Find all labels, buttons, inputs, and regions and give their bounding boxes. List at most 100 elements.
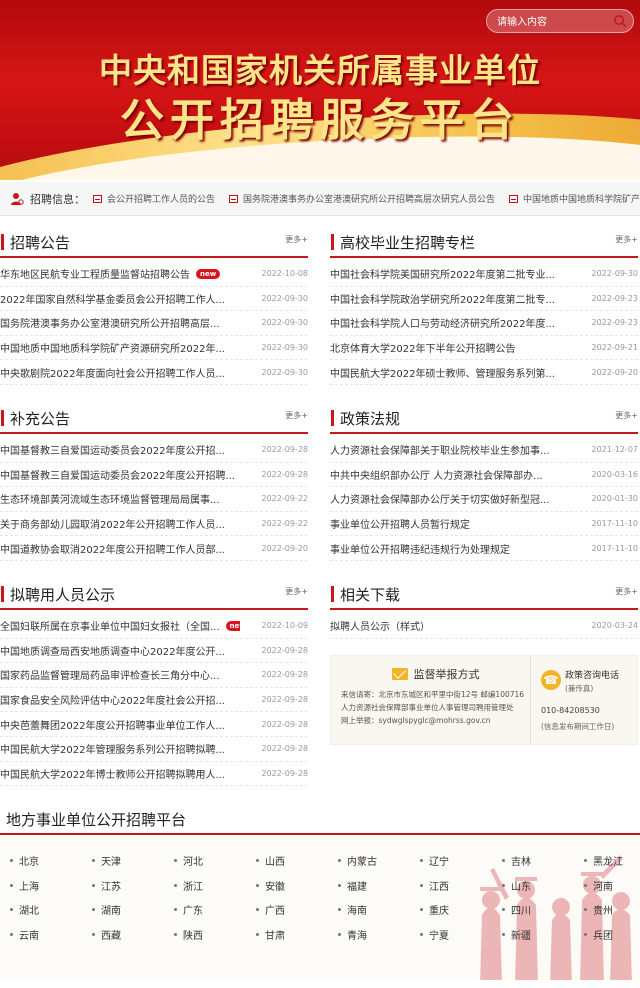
list-item-text: 国家食品安全风险评估中心2022年度社会公开招...	[0, 696, 225, 708]
search-icon[interactable]	[613, 14, 627, 28]
province-link[interactable]: 河北	[174, 853, 203, 868]
province-link[interactable]: 江西	[420, 878, 449, 893]
more-link[interactable]: 更多+	[615, 410, 638, 421]
province-link[interactable]: 海南	[338, 902, 367, 917]
section-header: 地方事业单位公开招聘平台	[0, 805, 640, 835]
phone-title: 政策咨询电话	[565, 671, 620, 681]
list-item[interactable]: 关于商务部幼儿园取消2022年公开招聘工作人员... 2022-09-22	[0, 512, 308, 537]
list-item[interactable]: 国家食品安全风险评估中心2022年度社会公开招... 2022-09-28	[0, 688, 308, 713]
list-item[interactable]: 中国社会科学院美国研究所2022年度第二批专业... 2022-09-30	[330, 262, 638, 287]
list-item[interactable]: 中国基督教三自爱国运动委员会2022年度公开招... 2022-09-28	[0, 438, 308, 463]
province-link[interactable]: 内蒙古	[338, 853, 377, 868]
section-header: 政策法规 更多+	[330, 404, 638, 434]
province-link[interactable]: 贵州	[584, 902, 613, 917]
list-item[interactable]: 中国民航大学2022年博士教师公开招聘拟聘用人... 2022-09-28	[0, 762, 308, 787]
list-item-date: 2022-09-23	[591, 318, 639, 328]
list-item[interactable]: 国家药品监督管理局药品审评检查长三角分中心... 2022-09-28	[0, 663, 308, 688]
list-item-text: 中国地质调查局西安地质调查中心2022年度公开...	[0, 646, 225, 658]
list-item[interactable]: 华东地区民航专业工程质量监督站招聘公告 new 2022-10-08	[0, 262, 308, 287]
more-link[interactable]: 更多+	[285, 586, 308, 597]
local-platforms-section: 地方事业单位公开招聘平台 北京 天津 河北 山西 内蒙古 辽宁 吉林 黑龙江上海	[0, 805, 640, 980]
more-link[interactable]: 更多+	[615, 234, 638, 245]
section-title: 补充公告	[10, 409, 71, 428]
list-item[interactable]: 中共中央组织部办公厅 人力资源社会保障部办... 2020-03-16	[330, 463, 638, 488]
province-link[interactable]: 黑龙江	[584, 853, 623, 868]
list-item[interactable]: 国务院港澳事务办公室港澳研究所公开招聘高层... 2022-09-30	[0, 311, 308, 336]
list-item[interactable]: 全国妇联所属在京事业单位中国妇女报社（全国... new 2022-10-09	[0, 614, 308, 639]
section-title: 地方事业单位公开招聘平台	[6, 810, 187, 829]
province-link[interactable]: 北京	[10, 853, 39, 868]
list-item[interactable]: 中国社会科学院人口与劳动经济研究所2022年度... 2022-09-23	[330, 311, 638, 336]
list-item[interactable]: 中国地质调查局西安地质调查中心2022年度公开... 2022-09-28	[0, 639, 308, 664]
list-item-date: 2022-09-28	[261, 744, 309, 754]
list-item-text: 中国社会科学院人口与劳动经济研究所2022年度...	[330, 319, 555, 331]
list-item-text: 中国道教协会取消2022年度公开招聘工作人员部...	[0, 544, 225, 556]
province-link[interactable]: 云南	[10, 927, 39, 942]
province-link[interactable]: 青海	[338, 927, 367, 942]
list-item[interactable]: 人力资源社会保障部办公厅关于切实做好新型冠... 2020-01-30	[330, 487, 638, 512]
list-item[interactable]: 北京体育大学2022年下半年公开招聘公告 2022-09-21	[330, 336, 638, 361]
province-link[interactable]: 上海	[10, 878, 39, 893]
list-item[interactable]: 中央芭蕾舞团2022年度公开招聘事业单位工作人... 2022-09-28	[0, 712, 308, 737]
province-link[interactable]: 辽宁	[420, 853, 449, 868]
province-link[interactable]: 福建	[338, 878, 367, 893]
province-link[interactable]: 山东	[502, 878, 531, 893]
province-link[interactable]: 浙江	[174, 878, 203, 893]
ticker-item[interactable]: 会公开招聘工作人员的公告	[93, 192, 215, 205]
section-bar	[1, 586, 4, 602]
list-item[interactable]: 生态环境部黄河流域生态环境监督管理局局属事... 2022-09-22	[0, 487, 308, 512]
hiring-list: 全国妇联所属在京事业单位中国妇女报社（全国... new 2022-10-09 中国地…	[0, 614, 308, 787]
province-link[interactable]: 西藏	[92, 927, 121, 942]
province-link[interactable]: 兵团	[584, 927, 613, 942]
report-contact-box: 监督举报方式 来信请寄：北京市东城区和平里中街12号 邮编100716 人力资源…	[330, 655, 638, 745]
province-link[interactable]: 甘肃	[256, 927, 285, 942]
list-item[interactable]: 中国民航大学2022年管理服务系列公开招聘拟聘... 2022-09-28	[0, 737, 308, 762]
ticker-item[interactable]: 中国地质中国地质科学院矿产	[509, 192, 640, 205]
list-item-text: 关于商务部幼儿园取消2022年公开招聘工作人员...	[0, 520, 225, 532]
list-item[interactable]: 事业单位公开招聘违纪违规行为处理规定 2017-11-10	[330, 536, 638, 561]
province-link[interactable]: 天津	[92, 853, 121, 868]
list-item[interactable]: 中国社会科学院政治学研究所2022年度第二批专... 2022-09-23	[330, 287, 638, 312]
list-item-title: 中国地质调查局西安地质调查中心2022年度公开...	[0, 643, 225, 658]
province-link[interactable]: 陕西	[174, 927, 203, 942]
search-input[interactable]	[487, 11, 607, 34]
province-link[interactable]: 广西	[256, 902, 285, 917]
list-item[interactable]: 拟聘人员公示（样式） 2020-03-24	[330, 614, 638, 639]
list-item[interactable]: 中央歌剧院2022年度面向社会公开招聘工作人员... 2022-09-30	[0, 360, 308, 385]
province-name: 辽宁	[429, 857, 449, 868]
downloads-list: 拟聘人员公示（样式） 2020-03-24	[330, 614, 638, 639]
more-link[interactable]: 更多+	[285, 410, 308, 421]
list-item-title: 中国社会科学院政治学研究所2022年度第二批专...	[330, 291, 555, 306]
province-link[interactable]: 四川	[502, 902, 531, 917]
report-email[interactable]: 网上举报：sydwglspyglc@mohrss.gov.cn	[341, 714, 530, 727]
more-link[interactable]: 更多+	[285, 234, 308, 245]
province-link[interactable]: 安徽	[256, 878, 285, 893]
more-link[interactable]: 更多+	[615, 586, 638, 597]
province-link[interactable]: 吉林	[502, 853, 531, 868]
province-link[interactable]: 河南	[584, 878, 613, 893]
province-link[interactable]: 重庆	[420, 902, 449, 917]
list-item[interactable]: 中国道教协会取消2022年度公开招聘工作人员部... 2022-09-20	[0, 536, 308, 561]
bullet-dot	[420, 883, 423, 887]
province-link[interactable]: 宁夏	[420, 927, 449, 942]
bullet-dot	[10, 883, 13, 887]
list-item[interactable]: 人力资源社会保障部关于职业院校毕业生参加事... 2021-12-07	[330, 438, 638, 463]
list-item[interactable]: 中国地质中国地质科学院矿产资源研究所2022年... 2022-09-30	[0, 336, 308, 361]
province-link[interactable]: 江苏	[92, 878, 121, 893]
province-link[interactable]: 广东	[174, 902, 203, 917]
list-item-title: 中央歌剧院2022年度面向社会公开招聘工作人员...	[0, 365, 225, 380]
list-item[interactable]: 2022年国家自然科学基金委员会公开招聘工作人... 2022-09-30	[0, 287, 308, 312]
ticker-item-text: 中国地质中国地质科学院矿产	[523, 195, 640, 205]
province-name: 安徽	[265, 881, 285, 893]
list-item[interactable]: 事业单位公开招聘人员暂行规定 2017-11-10	[330, 512, 638, 537]
section-title: 拟聘用人员公示	[10, 585, 116, 604]
province-link[interactable]: 山西	[256, 853, 285, 868]
list-item[interactable]: 中国民航大学2022年硕士教师、管理服务系列第... 2022-09-20	[330, 360, 638, 385]
province-link[interactable]: 湖南	[92, 902, 121, 917]
list-item-title: 拟聘人员公示（样式）	[330, 618, 430, 633]
ticker-item[interactable]: 国务院港澳事务办公室港澳研究所公开招聘高层次研究人员公告	[229, 192, 495, 205]
list-item[interactable]: 中国基督教三自爱国运动委员会2022年度公开招聘... 2022-09-28	[0, 463, 308, 488]
bullet-dot	[92, 883, 95, 887]
province-link[interactable]: 湖北	[10, 902, 39, 917]
province-link[interactable]: 新疆	[502, 927, 531, 942]
